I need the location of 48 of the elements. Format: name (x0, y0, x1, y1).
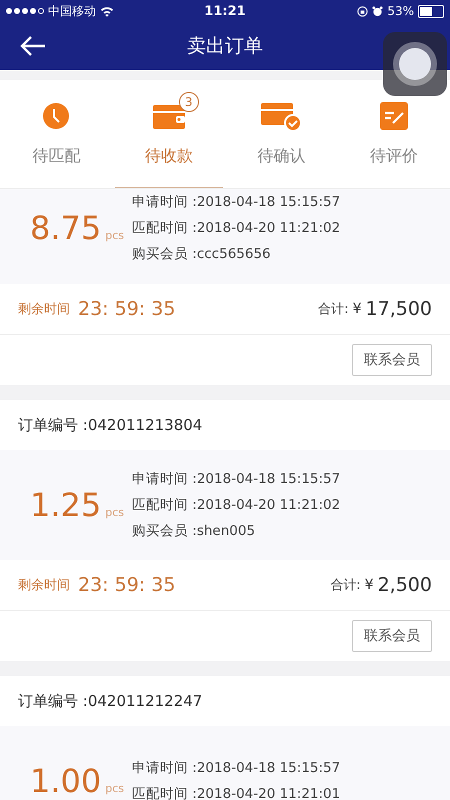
currency-symbol: ¥ (364, 577, 374, 593)
edit-icon (380, 102, 408, 130)
quantity-value: 1.25 (30, 486, 102, 524)
order-number: 订单编号 :042011212247 (18, 692, 202, 710)
rotation-lock-icon (357, 6, 368, 16)
tab[interactable]: 待评价 (370, 100, 418, 167)
quantity-unit: pcs (105, 506, 124, 519)
carrier-name: 中国移动 (48, 2, 96, 20)
total-label: 合计: (330, 577, 361, 594)
total-label: 合计: (318, 301, 349, 318)
total-amount: 2,500 (378, 574, 432, 596)
quantity-unit: pcs (105, 229, 124, 242)
clock-icon (42, 102, 70, 130)
alarm-icon (372, 6, 384, 16)
remaining-time: 23: 59: 35 (78, 574, 176, 596)
quantity-unit: pcs (105, 782, 124, 795)
detail-line: 匹配时间 :2018-04-20 11:21:02 (132, 496, 340, 514)
tab[interactable]: 待确认 (257, 100, 306, 167)
page-title: 卖出订单 (187, 34, 263, 59)
status-time: 11:21 (204, 4, 246, 18)
quantity-value: 8.75 (30, 209, 102, 247)
card-check-icon (261, 101, 302, 131)
remaining-time-label: 剩余时间 (18, 301, 70, 318)
signal-icon (6, 8, 44, 14)
remaining-time: 23: 59: 35 (78, 298, 176, 320)
tab[interactable]: 3 待收款 (128, 90, 209, 167)
currency-symbol: ¥ (352, 301, 362, 317)
wifi-icon (100, 6, 114, 16)
detail-line: 匹配时间 :2018-04-20 11:21:01 (132, 785, 340, 800)
remaining-time-label: 剩余时间 (18, 577, 70, 594)
quantity-value: 1.00 (30, 762, 102, 800)
detail-line: 匹配时间 :2018-04-20 11:21:02 (132, 219, 340, 237)
order-number: 订单编号 :042011213804 (18, 416, 202, 434)
wallet-icon (152, 103, 185, 129)
detail-line: 申请时间 :2018-04-18 15:15:57 (132, 759, 340, 777)
total-amount: 17,500 (366, 298, 432, 320)
contact-member-button[interactable]: 联系会员 (352, 344, 432, 376)
back-arrow-icon[interactable] (20, 36, 46, 56)
contact-member-button[interactable]: 联系会员 (352, 620, 432, 652)
count-badge: 3 (178, 92, 199, 112)
battery-percent: 53% (387, 4, 414, 18)
assistive-touch-button[interactable] (383, 32, 447, 96)
tab[interactable]: 待匹配 (32, 100, 80, 167)
battery-icon (418, 4, 444, 18)
detail-line: 购买会员 :shen005 (132, 522, 256, 540)
detail-line: 申请时间 :2018-04-18 15:15:57 (132, 193, 340, 211)
detail-line: 购买会员 :ccc565656 (132, 245, 272, 263)
detail-line: 申请时间 :2018-04-18 15:15:57 (132, 470, 340, 488)
